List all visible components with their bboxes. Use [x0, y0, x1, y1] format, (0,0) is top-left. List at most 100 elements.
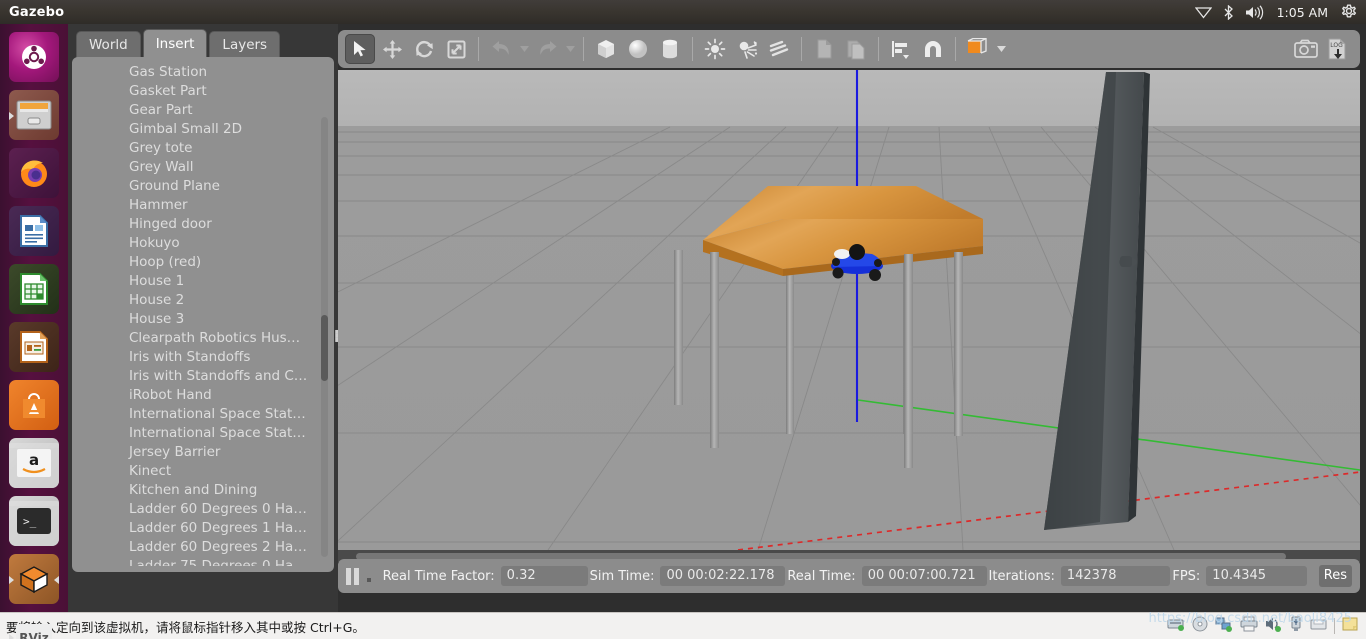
tab-insert[interactable]: Insert	[143, 29, 208, 58]
list-item[interactable]: Jersey Barrier	[72, 443, 334, 462]
iterations-value: 142378	[1061, 566, 1171, 586]
launcher-item-ubuntu-software-icon[interactable]	[9, 380, 59, 430]
spot-light-button[interactable]	[732, 34, 762, 64]
gazebo-window: World Insert Layers Gas StationGasket Pa…	[68, 24, 1366, 612]
view-angle-dropdown-button[interactable]	[994, 34, 1008, 64]
insert-cylinder-button[interactable]	[655, 34, 685, 64]
undo-button[interactable]	[486, 34, 516, 64]
point-light-button[interactable]	[700, 34, 730, 64]
launcher-item-gazebo-icon[interactable]	[9, 554, 59, 604]
3d-viewport[interactable]	[338, 70, 1360, 562]
tab-layers[interactable]: Layers	[209, 31, 280, 58]
list-item[interactable]: Gear Part	[72, 101, 334, 120]
list-item[interactable]: iRobot Hand	[72, 386, 334, 405]
copy-icon	[814, 38, 834, 60]
volume-icon[interactable]	[1245, 5, 1264, 20]
log-record-button[interactable]: LOG	[1323, 34, 1353, 64]
list-item[interactable]: Gas Station	[72, 63, 334, 82]
insert-sphere-button[interactable]	[623, 34, 653, 64]
list-item[interactable]: Hoop (red)	[72, 253, 334, 272]
launcher-item-ubuntu-dash-icon[interactable]	[9, 32, 59, 82]
list-item[interactable]: House 1	[72, 272, 334, 291]
screenshot-button[interactable]	[1291, 34, 1321, 64]
left-panel: World Insert Layers Gas StationGasket Pa…	[68, 24, 338, 612]
reset-button[interactable]: Res	[1319, 565, 1352, 587]
sim-time-value: 00 00:02:22.178	[660, 566, 785, 586]
iterations-label: Iterations:	[989, 569, 1055, 584]
real-time-factor-label: Real Time Factor:	[383, 569, 495, 584]
scene-render	[338, 70, 1360, 550]
translate-mode-button[interactable]	[377, 34, 407, 64]
paste-button[interactable]	[841, 34, 871, 64]
ubuntu-top-panel: Gazebo 1:05 AM	[0, 0, 1366, 24]
list-item[interactable]: Kitchen and Dining	[72, 481, 334, 500]
list-item[interactable]: Iris with Standoffs and C…	[72, 367, 334, 386]
list-item[interactable]: House 3	[72, 310, 334, 329]
launcher-item-amazon-icon[interactable]: a	[9, 438, 59, 488]
launcher-item-files-icon[interactable]	[9, 90, 59, 140]
toolbar-separator	[583, 37, 584, 61]
wifi-icon[interactable]	[1195, 5, 1212, 19]
bluetooth-icon[interactable]	[1223, 5, 1234, 20]
list-item[interactable]: Ground Plane	[72, 177, 334, 196]
list-item[interactable]: International Space Stat…	[72, 405, 334, 424]
list-item[interactable]: Hinged door	[72, 215, 334, 234]
redo-history-button[interactable]	[563, 34, 577, 64]
svg-text:RViz: RViz	[19, 631, 48, 639]
list-item[interactable]: Ladder 60 Degrees 1 Ha…	[72, 519, 334, 538]
select-mode-button[interactable]	[345, 34, 375, 64]
list-item[interactable]: Ladder 60 Degrees 0 Ha…	[72, 500, 334, 519]
list-item[interactable]: Gasket Part	[72, 82, 334, 101]
directional-light-button[interactable]	[764, 34, 794, 64]
view-angle-button[interactable]	[963, 34, 993, 64]
launcher-item-firefox-icon[interactable]	[9, 148, 59, 198]
simulation-status-bar: Real Time Factor: 0.32 Sim Time: 00 00:0…	[338, 559, 1360, 593]
scale-mode-button[interactable]	[441, 34, 471, 64]
launcher-item-libreoffice-calc-icon[interactable]	[9, 264, 59, 314]
align-icon	[890, 38, 912, 60]
clock[interactable]: 1:05 AM	[1275, 5, 1330, 20]
chevron-down-icon	[520, 46, 529, 52]
list-item[interactable]: Ladder 60 Degrees 2 Ha…	[72, 538, 334, 557]
insert-list-scrollbar-thumb[interactable]	[321, 315, 328, 381]
list-item[interactable]: Grey tote	[72, 139, 334, 158]
align-button[interactable]	[886, 34, 916, 64]
redo-button[interactable]	[532, 34, 562, 64]
vmware-hint-message: 要将输入定向到该虚拟机，请将鼠标指针移入其中或按 Ctrl+G。	[6, 617, 365, 636]
launcher-item-libreoffice-impress-icon[interactable]	[9, 322, 59, 372]
chevron-down-icon	[566, 46, 575, 52]
pause-button[interactable]	[346, 568, 359, 585]
gear-icon[interactable]	[1341, 4, 1357, 20]
point-light-icon	[704, 38, 726, 60]
cursor-arrow-icon	[350, 39, 370, 59]
launcher-item-libreoffice-writer-icon[interactable]	[9, 206, 59, 256]
step-button[interactable]	[367, 578, 371, 582]
cylinder-icon	[659, 38, 681, 60]
list-item[interactable]: Hokuyo	[72, 234, 334, 253]
list-item[interactable]: International Space Stat…	[72, 424, 334, 443]
list-item[interactable]: House 2	[72, 291, 334, 310]
copy-button[interactable]	[809, 34, 839, 64]
vmware-status-bar: 要将输入定向到该虚拟机，请将鼠标指针移入其中或按 Ctrl+G。 https:/…	[0, 612, 1366, 639]
box-icon	[595, 38, 617, 60]
list-item[interactable]: Kinect	[72, 462, 334, 481]
launcher-item-terminal-icon[interactable]: ▪▪▪ >_	[9, 496, 59, 546]
insert-model-list[interactable]: Gas StationGasket PartGear PartGimbal Sm…	[72, 63, 334, 566]
toolbar-separator	[878, 37, 879, 61]
gazebo-toolbar: LOG	[338, 30, 1360, 68]
rotate-mode-button[interactable]	[409, 34, 439, 64]
list-item[interactable]: Gimbal Small 2D	[72, 120, 334, 139]
render-column: LOG	[338, 24, 1366, 612]
insert-tab-panel: Gas StationGasket PartGear PartGimbal Sm…	[72, 57, 334, 572]
snap-button[interactable]	[918, 34, 948, 64]
toolbar-separator	[801, 37, 802, 61]
camera-icon	[1294, 39, 1318, 59]
list-item[interactable]: Iris with Standoffs	[72, 348, 334, 367]
insert-box-button[interactable]	[591, 34, 621, 64]
tab-world[interactable]: World	[76, 31, 141, 58]
undo-history-button[interactable]	[517, 34, 531, 64]
list-item[interactable]: Ladder 75 Degrees 0 Ha…	[72, 557, 334, 566]
list-item[interactable]: Clearpath Robotics Hus…	[72, 329, 334, 348]
list-item[interactable]: Hammer	[72, 196, 334, 215]
list-item[interactable]: Grey Wall	[72, 158, 334, 177]
